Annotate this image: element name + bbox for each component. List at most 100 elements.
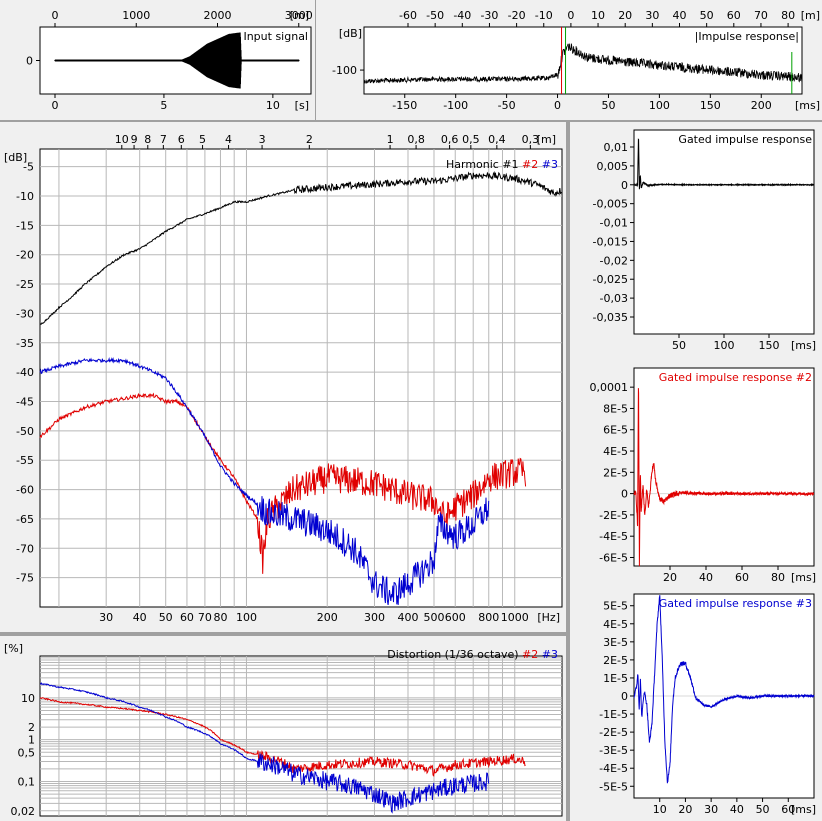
x-axis-label: [ms] [795, 99, 820, 112]
chart-title: Gated impulse response [678, 133, 812, 146]
chart-legend: Distortion (1/36 octave) #2 #3 [387, 648, 558, 661]
plot-area [39, 148, 563, 608]
plot-area [633, 129, 815, 335]
x-tick-label: 1000 [501, 611, 529, 624]
x2-tick-label: -50 [426, 9, 444, 22]
x-tick-label: 30 [704, 803, 718, 816]
x-tick-label: 40 [699, 571, 713, 584]
x-tick-label: 500 [423, 611, 444, 624]
y-tick-label: 0 [621, 488, 628, 501]
x-tick-label: 200 [751, 99, 772, 112]
x2-tick-label: 0,6 [441, 133, 459, 146]
x2-tick-label: 40 [673, 9, 687, 22]
x-axis-label: [ms] [791, 803, 816, 816]
y-tick-label: -30 [16, 307, 34, 320]
x2-tick-label: 10 [115, 133, 129, 146]
legend-entry-1: Harmonic #1 [446, 158, 519, 171]
y-tick-label: -0,005 [593, 198, 628, 211]
y-tick-label: 0 [26, 55, 33, 68]
x-tick-label: 400 [397, 611, 418, 624]
x-tick-label: 60 [180, 611, 194, 624]
x2-tick-label: 80 [781, 9, 795, 22]
legend-entry-3: #3 [538, 648, 558, 661]
x2-tick-label: 3 [259, 133, 266, 146]
x-tick-label: 0 [52, 99, 59, 112]
y-tick-label: -40 [16, 366, 34, 379]
y-tick-label: 5E-5 [603, 600, 628, 613]
y-axis-label: [dB] [4, 151, 27, 164]
legend-entry-2: #2 [519, 648, 539, 661]
y-tick-label: -0,03 [600, 292, 628, 305]
x2-tick-label: 50 [700, 9, 714, 22]
y-tick-label: 2E-5 [603, 654, 628, 667]
y-tick-label: -55 [16, 454, 34, 467]
y-tick-label: 3E-5 [603, 636, 628, 649]
x2-axis-label: [m] [537, 133, 556, 146]
x2-tick-label: 5 [199, 133, 206, 146]
x-tick-label: 50 [756, 803, 770, 816]
x-tick-label: 50 [672, 339, 686, 352]
y-tick-label: 0,5 [18, 746, 36, 759]
y-tick-label: -5E-5 [599, 780, 628, 793]
x2-tick-label: 8 [144, 133, 151, 146]
y-tick-label: -0,015 [593, 235, 628, 248]
input-signal-chart: 0 5 100 1000 2000 3000[m][s]0Input signal [26, 9, 313, 112]
harmonic-response-panel: -5 -10 -15 -20 -25 -30 -35 -40 -45 -50 -55 -60 -65 -7… [0, 122, 566, 632]
x-tick-label: 80 [213, 611, 227, 624]
gated-impulse-panel-2: 0,0001 8E-5 6E-5 4E-5 2E-5 0 -2E-5 -4E-5 -6E-5 20… [570, 362, 822, 588]
x-tick-label: 150 [759, 339, 780, 352]
y-tick-label: 0,02 [11, 805, 36, 818]
x2-tick-label: 6 [178, 133, 185, 146]
x2-tick-label: 10 [591, 9, 605, 22]
y-tick-label: 1E-5 [603, 672, 628, 685]
y-tick-label: -0,02 [600, 254, 628, 267]
y-axis-label: [dB] [339, 27, 362, 40]
x-tick-label: 70 [198, 611, 212, 624]
x-tick-label: 800 [478, 611, 499, 624]
x2-tick-label: -20 [508, 9, 526, 22]
x2-tick-label: 0,5 [462, 133, 480, 146]
x-axis-label: [ms] [791, 339, 816, 352]
x-tick-label: 20 [678, 803, 692, 816]
gated-impulse-panel-3: 5E-5 4E-5 3E-5 2E-5 1E-5 0 -1E-5 -2E-5 -3E-5 -4E-… [570, 588, 822, 821]
x-tick-label: 40 [730, 803, 744, 816]
y-tick-label: 0 [621, 179, 628, 192]
y-tick-label: 10 [21, 692, 35, 705]
plot-area [633, 367, 815, 567]
y-tick-label: -2E-5 [599, 726, 628, 739]
harmonic-response-chart: -5-10-15-20-25-30-35-40-45-50-55-60-65-7… [4, 133, 563, 624]
y-tick-label: 0,1 [18, 776, 36, 789]
gated-impulse-panel-1: 0,01 0,005 0 -0,005 -0,01 -0,015 -0,02 -0,025 -0… [570, 122, 822, 362]
x2-tick-label: 7 [160, 133, 167, 146]
x-tick-label: 30 [99, 611, 113, 624]
x2-tick-label: 4 [225, 133, 232, 146]
x-tick-label: 0 [554, 99, 561, 112]
y-tick-label: -65 [16, 513, 34, 526]
y-tick-label: -0,025 [593, 273, 628, 286]
x2-tick-label: 1 [387, 133, 394, 146]
y-tick-label: 4E-5 [603, 445, 628, 458]
plot-area [39, 655, 563, 817]
x2-tick-label: 1000 [122, 9, 150, 22]
x2-tick-label: 0 [52, 9, 59, 22]
x-tick-label: 150 [700, 99, 721, 112]
y-tick-label: -35 [16, 337, 34, 350]
panel-divider-horizontal [0, 120, 822, 122]
y-tick-label: -20 [16, 249, 34, 262]
x-tick-label: 80 [771, 571, 785, 584]
legend-entry-2: #2 [519, 158, 539, 171]
y-tick-label: -70 [16, 542, 34, 555]
x-tick-label: 100 [236, 611, 257, 624]
impulse-response-chart: -150 -100 -50 0 50 100 150 200-60 -50 -40 -30 -20 -1… [332, 9, 820, 112]
x-tick-label: -150 [392, 99, 417, 112]
x-axis-label: [s] [295, 99, 309, 112]
y-tick-label: -6E-5 [599, 551, 628, 564]
chart-title: |Impulse response| [695, 30, 799, 43]
panel-divider-left [0, 632, 566, 636]
chart-title: Gated impulse response #3 [659, 597, 812, 610]
y-tick-label: -60 [16, 484, 34, 497]
x2-tick-label: 60 [727, 9, 741, 22]
y-tick-label: -0,035 [593, 311, 628, 324]
distortion-panel: 10 2 1 0,5 0,1 0,02 [%] Distortion (1/36 octave… [0, 636, 566, 821]
chart-title: Input signal [243, 30, 308, 43]
